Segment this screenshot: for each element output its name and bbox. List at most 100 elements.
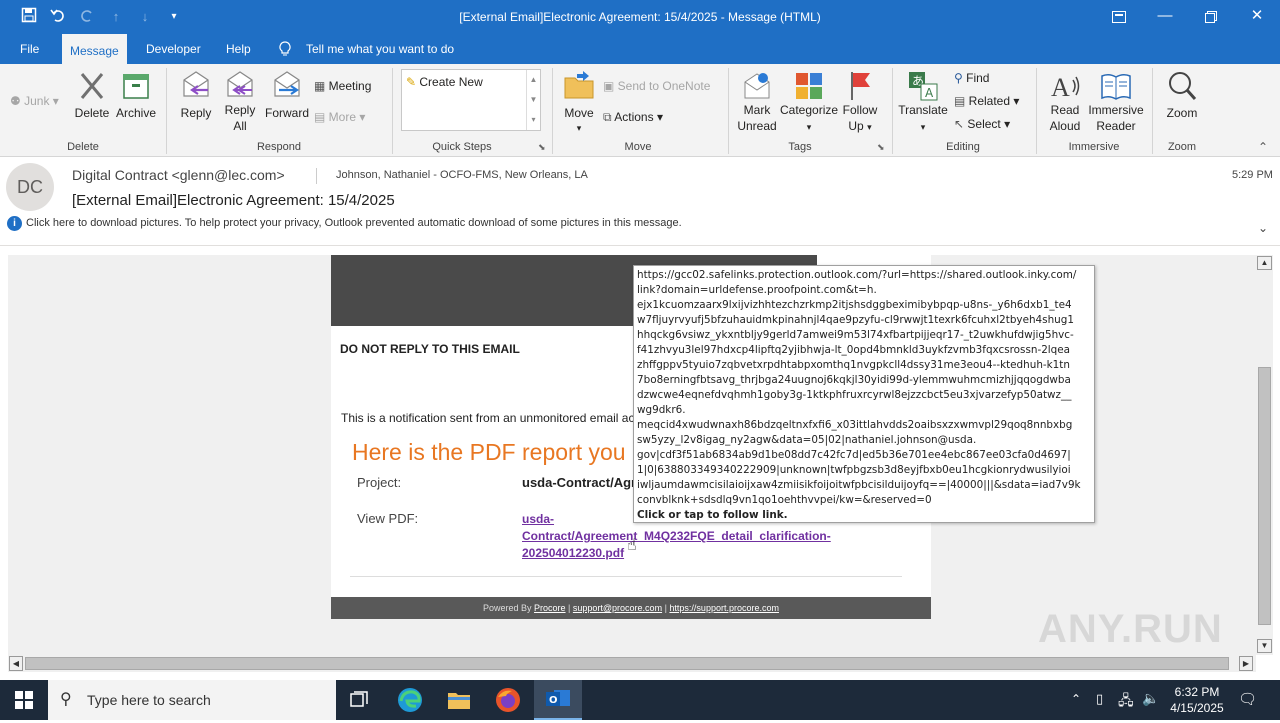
- archive-button[interactable]: Archive: [114, 70, 158, 120]
- divider: [350, 576, 902, 577]
- minimize-button[interactable]: —: [1142, 0, 1188, 34]
- window-title: [External Email]Electronic Agreement: 15…: [459, 10, 821, 24]
- group-label-quick-steps: Quick Steps: [432, 141, 492, 153]
- group-label-tags: Tags: [788, 141, 812, 153]
- support-email-link[interactable]: support@procore.com: [573, 603, 662, 613]
- gallery-scroll[interactable]: ▲ ▼ ▾: [526, 70, 540, 130]
- edge-icon[interactable]: [386, 680, 434, 720]
- tab-developer[interactable]: Developer: [146, 34, 201, 64]
- subject: [External Email]Electronic Agreement: 15…: [72, 192, 395, 209]
- scroll-up-button[interactable]: ▲: [1257, 256, 1272, 270]
- task-view-icon[interactable]: [336, 680, 384, 720]
- mark-unread-icon: [744, 73, 770, 99]
- tooltip-url-line: f41zhvyu3lel97hdxcp4lipftq2yjibhwja-lt_0…: [637, 344, 1071, 356]
- received-time: 5:29 PM: [1232, 169, 1273, 181]
- close-button[interactable]: ✕: [1234, 0, 1280, 34]
- mark-unread-button[interactable]: Mark Unread: [734, 70, 780, 134]
- translate-button[interactable]: あA Translate ▾: [898, 70, 948, 135]
- tooltip-url-line: wg9dkr6.: [637, 404, 686, 416]
- calendar-icon: ▦: [314, 79, 329, 93]
- expand-header-icon[interactable]: ⌄: [1258, 221, 1268, 235]
- zoom-button[interactable]: Zoom: [1162, 70, 1202, 120]
- read-aloud-button[interactable]: A Read Aloud: [1044, 70, 1086, 134]
- magnifier-icon: [1169, 72, 1197, 100]
- folder-icon: [564, 71, 594, 99]
- show-hidden-icons[interactable]: ⌃: [1071, 692, 1081, 706]
- junk-icon: ⚉: [10, 94, 25, 108]
- device-icon[interactable]: ▯: [1096, 691, 1103, 707]
- forward-button[interactable]: Forward: [264, 70, 310, 120]
- reply-button[interactable]: Reply: [176, 70, 216, 120]
- immersive-reader-button[interactable]: Immersive Reader: [1088, 70, 1144, 134]
- support-site-link[interactable]: https://support.procore.com: [669, 603, 779, 613]
- file-explorer-icon[interactable]: [435, 680, 483, 720]
- view-pdf-label: View PDF:: [357, 511, 419, 526]
- tab-message[interactable]: Message: [62, 34, 127, 64]
- follow-up-button[interactable]: Follow Up ▾: [840, 70, 880, 135]
- tab-help[interactable]: Help: [226, 34, 251, 64]
- volume-icon[interactable]: 🔈: [1142, 690, 1159, 707]
- taskbar-search[interactable]: ⚲ Type here to search: [48, 680, 336, 720]
- firefox-icon[interactable]: [484, 680, 532, 720]
- horizontal-scrollbar[interactable]: ◀ ▶: [8, 655, 1256, 672]
- avatar: DC: [6, 163, 54, 211]
- recipient[interactable]: Johnson, Nathaniel - OCFO-FMS, New Orlea…: [336, 169, 588, 181]
- hand-cursor-icon: ☝: [627, 537, 637, 554]
- junk-button[interactable]: ⚉ Junk ▾: [10, 94, 59, 108]
- dialog-launcher-icon[interactable]: ⬊: [538, 142, 546, 153]
- archive-icon: [123, 74, 149, 99]
- watermark: ANY.RUN: [1038, 607, 1223, 651]
- quick-steps-gallery[interactable]: ✎ Create New ▲ ▼ ▾: [401, 69, 541, 131]
- categorize-button[interactable]: Categorize ▾: [780, 70, 838, 135]
- restore-button[interactable]: [1188, 0, 1234, 34]
- ribbon-display-icon[interactable]: [1096, 0, 1142, 34]
- find-icon: ⚲: [954, 71, 967, 85]
- group-label-move: Move: [624, 141, 652, 153]
- select-button[interactable]: ↖ Select ▾: [954, 117, 1010, 131]
- start-button[interactable]: [0, 680, 48, 720]
- send-to-onenote-button[interactable]: ▣ Send to OneNote: [603, 79, 710, 93]
- vertical-scrollbar[interactable]: ▲ ▼: [1256, 255, 1273, 655]
- move-button[interactable]: Move ▾: [560, 70, 598, 134]
- tooltip-url-line: meqcid4xwudwnaxh86bdzqeltnxfxfi6_x03ittl…: [637, 419, 1073, 431]
- system-clock[interactable]: 6:32 PM 4/15/2025: [1166, 684, 1228, 716]
- scroll-thumb[interactable]: [1258, 367, 1271, 625]
- collapse-ribbon-icon[interactable]: ⌃: [1258, 140, 1268, 154]
- separator: [1036, 68, 1037, 154]
- procore-link[interactable]: Procore: [534, 603, 566, 613]
- link-tooltip: https://gcc02.safelinks.protection.outlo…: [633, 265, 1095, 523]
- scroll-right-button[interactable]: ▶: [1239, 656, 1253, 671]
- meeting-button[interactable]: ▦ Meeting: [314, 79, 371, 93]
- scroll-left-button[interactable]: ◀: [9, 656, 23, 671]
- actions-button[interactable]: ⧉ Actions ▾: [603, 110, 663, 125]
- tab-file[interactable]: File: [20, 34, 39, 64]
- group-label-editing: Editing: [946, 141, 980, 153]
- network-icon[interactable]: 🖧: [1118, 690, 1134, 714]
- project-value: usda-Contract/Agr: [522, 475, 637, 490]
- search-icon: ⚲: [60, 691, 72, 708]
- reply-all-icon: [227, 71, 253, 97]
- create-new-quick-step[interactable]: ✎ Create New: [406, 75, 483, 89]
- sender[interactable]: Digital Contract <glenn@lec.com>: [72, 167, 285, 183]
- dialog-launcher-icon[interactable]: ⬊: [877, 142, 885, 153]
- notifications-icon[interactable]: 🗨: [1238, 690, 1257, 708]
- tooltip-url: https://gcc02.safelinks.protection.outlo…: [637, 268, 1091, 508]
- scroll-thumb[interactable]: [25, 657, 1229, 670]
- tooltip-follow-hint: Click or tap to follow link.: [637, 509, 788, 521]
- download-pictures-bar[interactable]: Click here to download pictures. To help…: [26, 217, 682, 229]
- find-button[interactable]: ⚲ Find: [954, 71, 989, 85]
- scroll-down-button[interactable]: ▼: [1257, 639, 1272, 653]
- outlook-taskbar-icon[interactable]: O: [534, 680, 582, 720]
- delete-button[interactable]: Delete: [72, 70, 112, 120]
- related-button[interactable]: ▤ Related ▾: [954, 94, 1019, 108]
- tooltip-url-line: https://gcc02.safelinks.protection.outlo…: [637, 269, 1077, 281]
- ribbon-tabs: File Message Developer Help Tell me what…: [0, 34, 1280, 64]
- divider: [0, 245, 1280, 246]
- tooltip-url-line: 7bo8erningfbtsavg_thrjbga24uugnoj6kqkjl3…: [637, 374, 1071, 386]
- reply-icon: [183, 71, 209, 97]
- separator: [166, 68, 167, 154]
- onenote-icon: ▣: [603, 79, 618, 93]
- more-button[interactable]: ▤ More ▾: [314, 110, 365, 124]
- tell-me-search[interactable]: Tell me what you want to do: [306, 34, 454, 64]
- reply-all-button[interactable]: Reply All: [220, 70, 260, 134]
